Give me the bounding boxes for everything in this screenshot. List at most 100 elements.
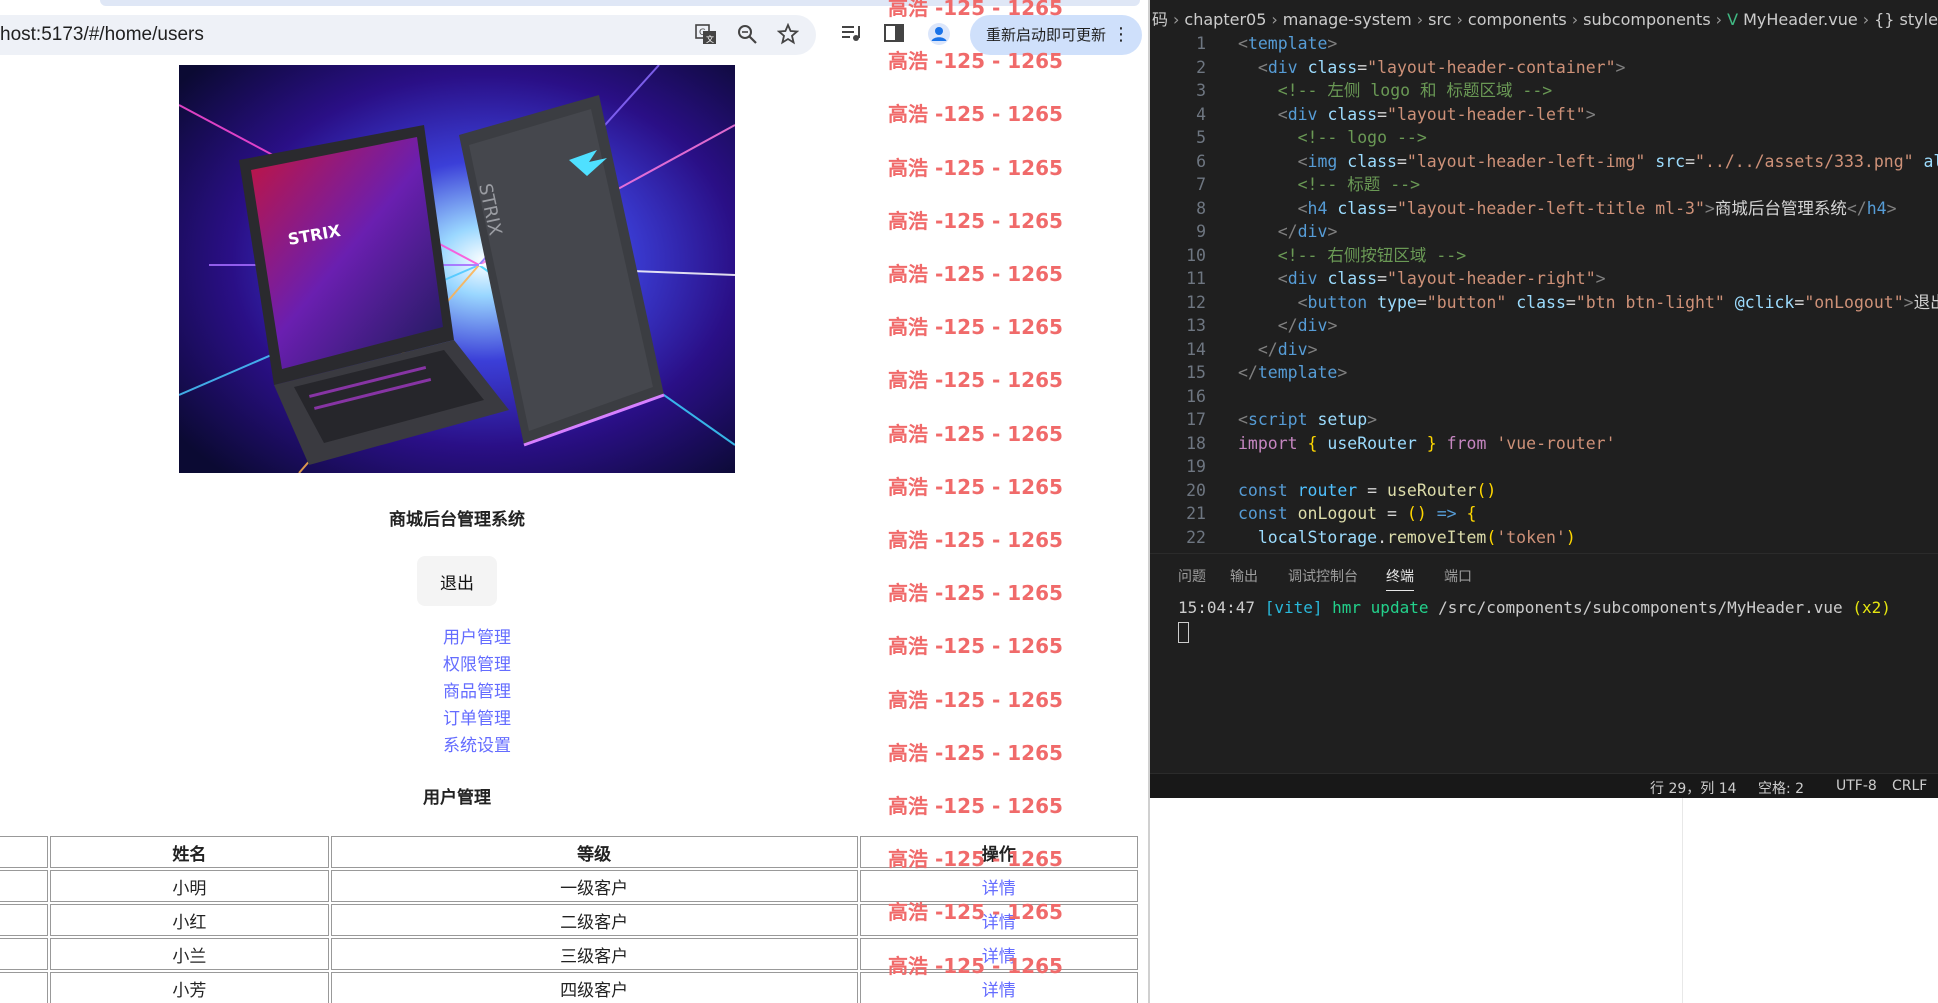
line-number: 9 xyxy=(1196,222,1206,241)
code-text: <div class="layout-header-container"> xyxy=(1257,57,1626,77)
breadcrumb-item[interactable]: manage-system xyxy=(1283,10,1412,29)
browser-window: host:5173/#/home/users G文 重新启动即可更新 ⋮ STR… xyxy=(0,0,1150,1003)
url-text[interactable]: host:5173/#/home/users xyxy=(0,24,204,46)
address-bar[interactable]: host:5173/#/home/users G文 xyxy=(0,15,816,55)
cell-level: 四级客户 xyxy=(330,972,858,1003)
code-line[interactable]: 20 const router = useRouter() xyxy=(1150,479,1938,503)
status-eol[interactable]: CRLF xyxy=(1892,778,1927,794)
code-line[interactable]: 22 localStorage.removeItem('token') xyxy=(1150,526,1938,550)
profile-icon[interactable] xyxy=(926,22,952,48)
vue-file-icon: V xyxy=(1727,10,1744,29)
code-text: <!-- 左侧 logo 和 标题区域 --> xyxy=(1277,81,1553,100)
detail-link[interactable]: 详情 xyxy=(982,981,1016,1001)
more-icon[interactable]: ⋮ xyxy=(1112,15,1130,55)
code-line[interactable]: 19 xyxy=(1150,455,1938,479)
code-line[interactable]: 21 const onLogout = () => { xyxy=(1150,502,1938,526)
watermark-text: 高浩 -125 - 1265 xyxy=(888,794,1063,818)
breadcrumb-item[interactable]: chapter05 xyxy=(1184,10,1266,29)
code-text: const onLogout = () => { xyxy=(1238,504,1477,523)
line-number: 8 xyxy=(1196,198,1206,218)
line-number: 15 xyxy=(1186,363,1206,382)
code-line[interactable]: 9 </div> xyxy=(1150,220,1938,244)
sidebar-icon[interactable] xyxy=(881,22,907,48)
code-line[interactable]: 18 import { useRouter } from 'vue-router' xyxy=(1150,432,1938,456)
breadcrumb-item[interactable]: src xyxy=(1428,10,1451,29)
line-number: 2 xyxy=(1196,57,1206,77)
code-line[interactable]: 1 <template> xyxy=(1150,32,1938,56)
code-text: <template> xyxy=(1238,34,1338,53)
terminal-output-line: 15:04:47 [vite] hmr update /src/componen… xyxy=(1178,598,1891,617)
breadcrumb-item[interactable]: subcomponents xyxy=(1583,10,1710,29)
status-spaces[interactable]: 空格: 2 xyxy=(1758,778,1804,798)
menu-link-settings[interactable]: 系统设置 xyxy=(443,731,511,756)
code-line[interactable]: 7 <!-- 标题 --> xyxy=(1150,173,1938,197)
code-line[interactable]: 4 <div class="layout-header-left"> xyxy=(1150,103,1938,127)
code-text: <script setup> xyxy=(1238,410,1378,429)
panel-tab-ports[interactable]: 端口 xyxy=(1444,566,1472,586)
restart-label: 重新启动即可更新 xyxy=(986,26,1107,44)
code-text: localStorage.removeItem('token') xyxy=(1257,527,1576,547)
menu-link-products[interactable]: 商品管理 xyxy=(443,677,511,702)
breadcrumb-item[interactable]: MyHeader.vue xyxy=(1743,10,1858,29)
code-line[interactable]: 2 <div class="layout-header-container"> xyxy=(1150,56,1938,80)
watermark-text: 高浩 -125 - 1265 xyxy=(888,315,1063,340)
cell-name: 小明 xyxy=(50,870,329,902)
panel-tab-output[interactable]: 输出 xyxy=(1230,566,1258,586)
menu-link-permissions[interactable]: 权限管理 xyxy=(443,650,511,675)
code-line[interactable]: 13 </div> xyxy=(1150,314,1938,338)
line-number: 11 xyxy=(1186,269,1206,288)
watermark-text: 高浩 -125 - 1265 xyxy=(888,474,1063,499)
code-text: </div> xyxy=(1257,339,1318,359)
code-line[interactable]: 11 <div class="layout-header-right"> xyxy=(1150,267,1938,291)
code-line[interactable]: 12 <button type="button" class="btn btn-… xyxy=(1150,291,1938,315)
line-number: 4 xyxy=(1196,104,1206,124)
watermark-text: 高浩 -125 - 1265 xyxy=(888,953,1063,978)
code-line[interactable]: 15 </template> xyxy=(1150,361,1938,385)
code-text: <div class="layout-header-left"> xyxy=(1277,104,1596,124)
status-position[interactable]: 行 29，列 14 xyxy=(1650,778,1737,798)
watermark-text: 高浩 -125 - 1265 xyxy=(888,528,1063,552)
line-number: 22 xyxy=(1186,527,1206,547)
code-line[interactable]: 5 <!-- logo --> xyxy=(1150,126,1938,150)
line-number: 1 xyxy=(1196,34,1206,53)
code-line[interactable]: 16 xyxy=(1150,385,1938,409)
star-icon[interactable] xyxy=(775,22,801,49)
translate-icon[interactable]: G文 xyxy=(693,23,719,49)
code-text: <!-- logo --> xyxy=(1297,128,1427,147)
breadcrumb-item[interactable]: 码 xyxy=(1152,10,1168,29)
breadcrumb-item[interactable]: {} style xyxy=(1874,10,1938,29)
code-line[interactable]: 17 <script setup> xyxy=(1150,408,1938,432)
panel-tab-terminal[interactable]: 终端 xyxy=(1386,566,1414,591)
breadcrumb-item[interactable]: components xyxy=(1468,10,1567,29)
terminal-cursor[interactable] xyxy=(1178,622,1189,643)
watermark-text: 高浩 -125 - 1265 xyxy=(888,208,1063,233)
menu-link-orders[interactable]: 订单管理 xyxy=(443,704,511,729)
code-line[interactable]: 6 <img class="layout-header-left-img" sr… xyxy=(1150,150,1938,174)
watermark-text: 高浩 -125 - 1265 xyxy=(888,0,1063,20)
column-header-id xyxy=(0,836,49,868)
menu-link-users[interactable]: 用户管理 xyxy=(443,623,511,648)
code-line[interactable]: 8 <h4 class="layout-header-left-title ml… xyxy=(1150,197,1938,221)
cell-id xyxy=(0,972,49,1003)
line-number: 12 xyxy=(1186,292,1206,312)
column-header-name: 姓名 xyxy=(50,836,329,868)
code-text: </template> xyxy=(1238,363,1348,382)
code-line[interactable]: 10 <!-- 右侧按钮区域 --> xyxy=(1150,244,1938,268)
code-line[interactable]: 14 </div> xyxy=(1150,338,1938,362)
media-icon[interactable] xyxy=(838,22,864,48)
zoom-icon[interactable] xyxy=(734,23,760,49)
status-encoding[interactable]: UTF-8 xyxy=(1836,778,1877,794)
logout-button[interactable]: 退出 xyxy=(417,556,497,606)
cell-name: 小兰 xyxy=(50,938,329,970)
code-text: <h4 class="layout-header-left-title ml-3… xyxy=(1297,198,1897,218)
watermark-text: 高浩 -125 - 1265 xyxy=(888,155,1063,180)
code-editor[interactable]: 1 <template> 2 <div class="layout-header-c… xyxy=(1150,32,1938,552)
line-number: 3 xyxy=(1196,81,1206,100)
code-line[interactable]: 3 <!-- 左侧 logo 和 标题区域 --> xyxy=(1150,79,1938,103)
cell-id xyxy=(0,938,49,970)
panel-tab-problems[interactable]: 问题 xyxy=(1178,566,1206,586)
panel-tab-debug-console[interactable]: 调试控制台 xyxy=(1288,566,1358,586)
cell-id xyxy=(0,870,49,902)
watermark-text: 高浩 -125 - 1265 xyxy=(888,262,1063,286)
cell-level: 二级客户 xyxy=(330,904,858,936)
